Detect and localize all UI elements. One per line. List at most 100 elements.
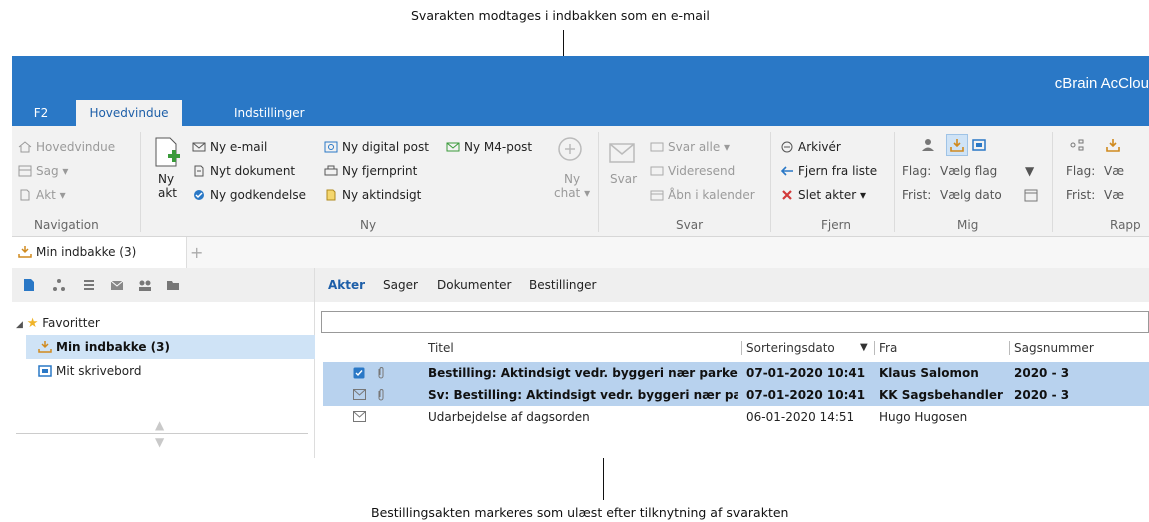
subtab-bestillinger[interactable]: Bestillinger (529, 278, 596, 292)
column-header-sagsnummer[interactable]: Sagsnummer (1014, 338, 1094, 358)
mig-flag-dropdown-icon[interactable]: ▼ (1025, 164, 1034, 178)
sort-desc-icon[interactable]: ▼ (860, 338, 868, 358)
doc-tab-min-indbakke[interactable]: Min indbakke (3) (12, 237, 187, 268)
fjern-fra-liste-label: Fjern fra liste (798, 164, 878, 178)
ny-godkendelse-button[interactable]: Ny godkendelse (192, 188, 306, 202)
nav-akt-label: Akt ▾ (36, 188, 66, 202)
desk-icon (38, 365, 52, 377)
inbox-download-icon (38, 341, 52, 353)
add-tab-icon[interactable]: + (190, 243, 203, 262)
ny-akt-label-1: Ny (158, 172, 175, 186)
row-case: 2020 - 3 (1014, 388, 1070, 402)
rapp-flag-value[interactable]: Væ (1104, 164, 1124, 178)
new-document-icon (155, 137, 180, 167)
users-icon[interactable] (138, 278, 152, 292)
tree-item-mit-skrivebord[interactable]: Mit skrivebord (38, 359, 141, 383)
column-separator (1009, 341, 1010, 355)
new-document-icon[interactable] (22, 278, 36, 292)
title-bar: cBrain AcClou F2 Hovedvindue Indstilling… (12, 56, 1149, 126)
fjern-fra-liste-button[interactable]: Fjern fra liste (780, 164, 877, 178)
inbox-toggle-button[interactable] (946, 134, 968, 156)
ny-email-button[interactable]: Ny e-mail (192, 140, 267, 154)
slet-akter-label: Slet akter ▾ (798, 188, 867, 202)
tab-f2[interactable]: F2 (26, 100, 56, 126)
tree-item-min-indbakke[interactable]: Min indbakke (3) (26, 335, 326, 359)
tree-favorites[interactable]: ◢ ★ Favoritter (12, 311, 316, 335)
ny-email-label: Ny e-mail (210, 140, 268, 154)
mig-flag-value[interactable]: Vælg flag (940, 164, 997, 178)
column-header-sorteringsdato[interactable]: Sorteringsdato (746, 338, 835, 358)
search-input[interactable] (321, 311, 1149, 333)
slet-akter-button[interactable]: Slet akter ▾ (780, 188, 866, 202)
subtab-sager[interactable]: Sager (383, 278, 418, 292)
ny-m4-post-button[interactable]: Ny M4-post (446, 140, 532, 154)
nav-hovedvindue-button[interactable]: Hovedvindue (18, 140, 115, 154)
group-navigation-label: Navigation (34, 218, 99, 232)
row-case (1014, 406, 1134, 428)
svar-alle-label: Svar alle ▾ (668, 140, 731, 154)
email-icon (192, 142, 206, 152)
email-stack-icon[interactable] (110, 278, 124, 292)
ny-akt-button[interactable]: Ny akt (150, 136, 186, 212)
email-icon (353, 389, 366, 400)
attachment-icon (378, 389, 384, 401)
tab-hovedvindue[interactable]: Hovedvindue (76, 100, 182, 126)
mig-flag-label: Flag: (902, 164, 932, 178)
tree-item-min-indbakke-label: Min indbakke (3) (56, 340, 170, 354)
videresend-button[interactable]: Videresend (650, 164, 735, 178)
hierarchy-icon[interactable] (52, 278, 66, 292)
rapp-frist-value[interactable]: Væ (1104, 188, 1124, 202)
column-separator (741, 341, 742, 355)
mig-frist-value[interactable]: Vælg dato (940, 188, 1002, 202)
group-fjern-label: Fjern (821, 218, 851, 232)
table-row[interactable]: Sv: Bestilling: Aktindsigt vedr. byggeri… (323, 384, 1149, 406)
nyt-dokument-button[interactable]: Nyt dokument (192, 164, 295, 178)
reply-envelope-icon (609, 143, 635, 163)
home-icon (18, 141, 32, 153)
document-icon (194, 165, 204, 177)
nav-sag-button[interactable]: Sag ▾ (18, 164, 68, 178)
ny-aktindsigt-button[interactable]: Ny aktindsigt (324, 188, 421, 202)
tree-item-mit-skrivebord-label: Mit skrivebord (56, 364, 142, 378)
delete-x-icon (782, 190, 792, 200)
ny-chat-label-1: Ny (564, 172, 581, 186)
document-tabs: Min indbakke (3) + (12, 237, 1149, 269)
column-header-fra[interactable]: Fra (879, 338, 897, 358)
list-icon[interactable] (82, 278, 96, 292)
subtabs: Akter Sager Dokumenter Bestillinger (315, 268, 1149, 302)
svar-alle-button[interactable]: Svar alle ▾ (650, 140, 730, 154)
ribbon-separator (770, 132, 771, 232)
rapp-frist-label: Frist: (1066, 188, 1096, 202)
ny-digital-post-button[interactable]: Ny digital post (324, 140, 429, 154)
arkiver-button[interactable]: Arkivér (780, 140, 841, 154)
attachment-icon (378, 367, 384, 379)
tab-indstillinger[interactable]: Indstillinger (234, 100, 314, 126)
subtab-akter[interactable]: Akter (328, 278, 365, 292)
doc-tab-label: Min indbakke (3) (36, 245, 137, 259)
hierarchy-icon (1070, 139, 1084, 151)
column-header-titel[interactable]: Titel (428, 338, 454, 358)
calendar-icon (650, 190, 664, 201)
ny-fjernprint-button[interactable]: Ny fjernprint (324, 164, 417, 178)
aktindsigt-icon (326, 189, 336, 201)
table-row[interactable]: Udarbejdelse af dagsorden 06-01-2020 14:… (323, 406, 1149, 428)
group-svar-label: Svar (676, 218, 704, 232)
calendar-icon[interactable] (1024, 188, 1038, 202)
app-title: cBrain AcClou (1054, 75, 1149, 92)
ny-chat-button[interactable]: Ny chat ▾ (550, 136, 594, 212)
scroll-up-icon[interactable]: ▲ (155, 418, 164, 432)
expand-triangle-icon[interactable]: ◢ (16, 320, 23, 330)
forward-icon (650, 166, 664, 176)
inbox-download-icon (950, 139, 964, 152)
nav-akt-button[interactable]: Akt ▾ (18, 188, 66, 202)
folder-icon[interactable] (166, 278, 180, 292)
table-row[interactable]: Bestilling: Aktindsigt vedr. byggeri nær… (323, 362, 1149, 384)
subtab-dokumenter[interactable]: Dokumenter (437, 278, 511, 292)
scroll-down-icon[interactable]: ▼ (155, 435, 164, 449)
ribbon: Hovedvindue Sag ▾ Akt ▾ Navigation Ny ak… (12, 126, 1149, 237)
aabn-i-kalender-button[interactable]: Åbn i kalender (650, 188, 755, 202)
svar-button[interactable]: Svar (604, 136, 644, 212)
row-title: Udarbejdelse af dagsorden (428, 410, 590, 424)
row-date: 06-01-2020 14:51 (746, 410, 855, 424)
ny-aktindsigt-label: Ny aktindsigt (342, 188, 422, 202)
